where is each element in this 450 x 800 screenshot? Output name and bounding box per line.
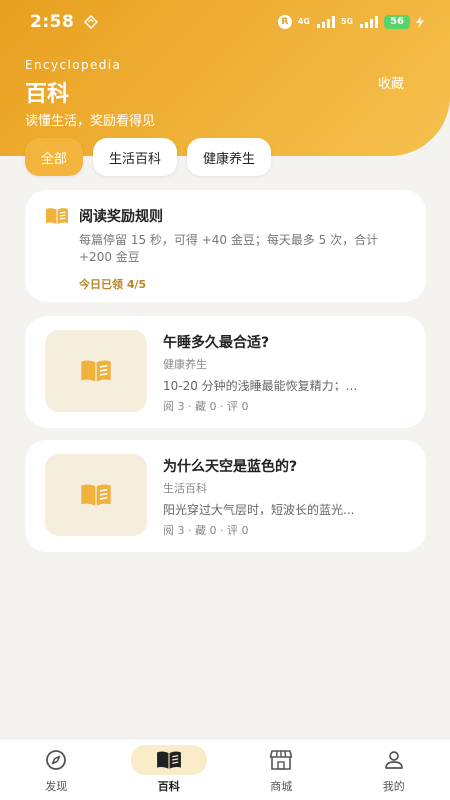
- r-badge-icon: R: [277, 15, 292, 29]
- nav-item-profile[interactable]: 我的: [338, 739, 450, 800]
- nav-label: 百科: [157, 780, 180, 793]
- article-card[interactable]: 午睡多久最合适? 健康养生 10-20 分钟的浅睡最能恢复精力；... 阅 3 …: [25, 316, 426, 428]
- book-open-icon: [46, 208, 68, 224]
- article-card[interactable]: 为什么天空是蓝色的? 生活百科 阳光穿过大气层时，短波长的蓝光... 阅 3 ·…: [25, 440, 426, 552]
- charging-icon: [416, 16, 424, 28]
- book-open-icon: [81, 484, 111, 506]
- tab-health[interactable]: 健康养生: [187, 138, 272, 176]
- article-thumbnail: [45, 330, 147, 412]
- nav-item-discover[interactable]: 发现: [0, 739, 113, 800]
- article-thumbnail: [45, 454, 147, 536]
- category-tabs: 全部 生活百科 健康养生: [25, 138, 272, 176]
- article-summary: 阳光穿过大气层时，短波长的蓝光...: [163, 503, 355, 515]
- article-stats: 阅 3 · 藏 0 · 评 0: [163, 524, 249, 537]
- battery-indicator: 56: [384, 15, 410, 29]
- signal-4g-icon: [316, 16, 335, 28]
- article-category: 健康养生: [163, 358, 207, 371]
- reward-rules-card: 阅读奖励规则 每篇停留 15 秒，可得 +40 金豆；每天最多 5 次，合计 +…: [25, 190, 426, 302]
- header: 2:58 R 4G 5G 56 Encyclopedia 百科 读懂生活，奖励看…: [0, 0, 450, 156]
- status-bar: 2:58 R 4G 5G 56: [0, 0, 450, 44]
- page-subtitle: 读懂生活，奖励看得见: [25, 114, 156, 129]
- reward-progress: 今日已领 4/5: [79, 278, 147, 291]
- english-title: Encyclopedia: [25, 58, 122, 72]
- reward-description: 每篇停留 15 秒，可得 +40 金豆；每天最多 5 次，合计 +200 金豆: [79, 233, 379, 264]
- compass-icon: [46, 750, 67, 770]
- favorites-button[interactable]: 收藏: [378, 73, 404, 92]
- article-stats: 阅 3 · 藏 0 · 评 0: [163, 400, 249, 413]
- signal-5g-icon: [360, 16, 379, 28]
- user-icon: [384, 751, 403, 769]
- net-5g-label: 5G: [340, 17, 354, 26]
- article-summary: 10-20 分钟的浅睡最能恢复精力；...: [163, 379, 358, 391]
- tab-all[interactable]: 全部: [25, 138, 84, 176]
- nfc-icon: [84, 15, 99, 29]
- article-category: 生活百科: [163, 482, 207, 495]
- bottom-nav: 发现 百科 商城 我的: [0, 738, 450, 800]
- nav-item-encyclopedia[interactable]: 百科: [113, 739, 226, 800]
- article-title: 为什么天空是蓝色的?: [163, 459, 298, 475]
- nav-label: 我的: [382, 780, 405, 793]
- status-time: 2:58: [30, 12, 75, 32]
- store-icon: [269, 750, 293, 770]
- article-title: 午睡多久最合适?: [163, 335, 270, 351]
- nav-item-store[interactable]: 商城: [225, 739, 338, 800]
- page-title: 百科: [25, 82, 70, 107]
- tab-life[interactable]: 生活百科: [93, 138, 178, 176]
- reward-title: 阅读奖励规则: [79, 209, 163, 225]
- net-4g-label: 4G: [297, 17, 310, 26]
- book-icon: [156, 751, 181, 769]
- book-open-icon: [81, 360, 111, 382]
- nav-label: 商城: [270, 780, 293, 793]
- nav-label: 发现: [45, 780, 68, 793]
